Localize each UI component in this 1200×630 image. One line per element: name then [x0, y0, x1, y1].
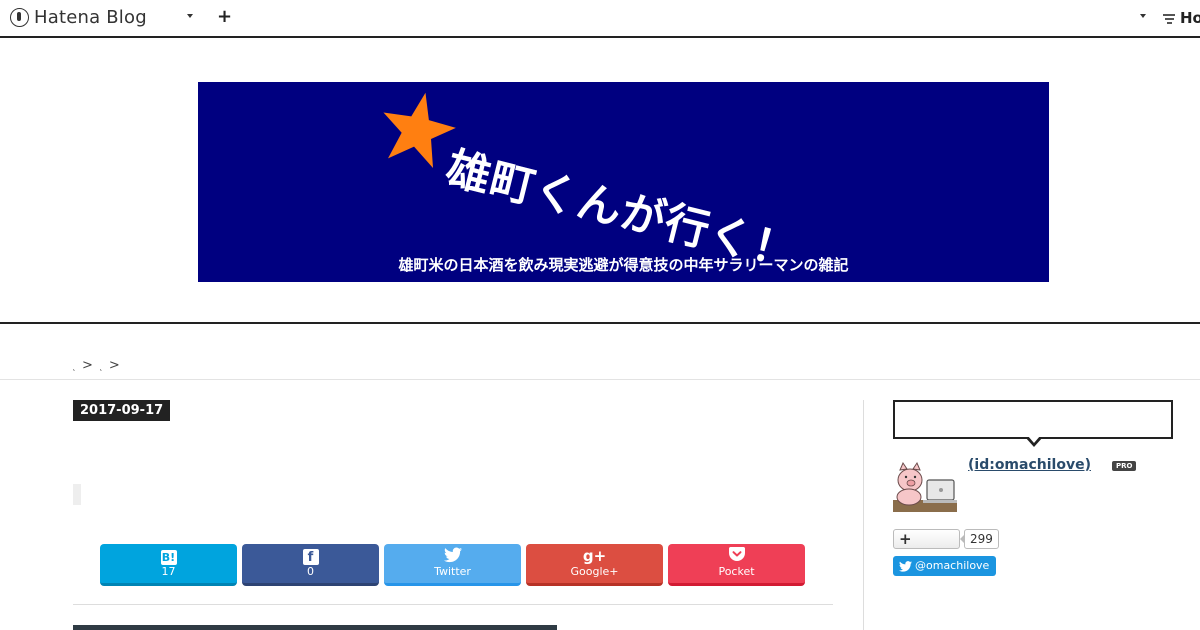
twitter-bird-icon [899, 559, 912, 579]
pro-badge: PRO [1112, 461, 1137, 471]
hatena-blog-logo[interactable]: Hatena Blog [10, 7, 147, 28]
column-divider [863, 400, 864, 630]
follow-button[interactable]: + [893, 529, 960, 549]
add-button[interactable]: + [217, 6, 232, 28]
article-image [73, 625, 557, 630]
chevron-down-icon[interactable] [1140, 14, 1146, 18]
global-header: Hatena Blog + Ho [0, 0, 1200, 38]
pocket-share-button[interactable]: Pocket [668, 544, 805, 586]
breadcrumb-separator: > [82, 358, 93, 373]
pocket-icon [728, 547, 745, 566]
avatar[interactable] [893, 460, 957, 512]
plus-icon: + [899, 530, 912, 548]
blog-subtitle: 雄町米の日本酒を飲み現実逃避が得意技の中年サラリーマンの雑記 [398, 256, 849, 274]
hatena-bookmark-button[interactable]: B! 17 [100, 544, 237, 586]
share-buttons: B! 17 f 0 Twitter g+ Google+ Pocket [100, 544, 805, 586]
follower-count: 299 [960, 529, 999, 549]
breadcrumb-home-link[interactable]: ˛ [72, 362, 76, 371]
google-plus-share-label: Google+ [570, 565, 619, 578]
chevron-down-icon[interactable] [187, 14, 193, 18]
facebook-icon: f [302, 549, 319, 565]
google-plus-share-button[interactable]: g+ Google+ [526, 544, 663, 586]
bubble-tail-inner [1028, 436, 1040, 443]
facebook-share-button[interactable]: f 0 [242, 544, 379, 586]
twitter-share-button[interactable]: Twitter [384, 544, 521, 586]
right-brand-text: Ho [1180, 9, 1200, 27]
profile-id-link[interactable]: (id:omachilove) [968, 457, 1091, 473]
blog-header: 雄町くんが行く！ 雄町米の日本酒を飲み現実逃避が得意技の中年サラリーマンの雑記 [0, 38, 1200, 324]
divider [73, 604, 833, 605]
logo-text: Hatena Blog [34, 7, 147, 28]
star-icon [383, 92, 456, 168]
twitter-bird-icon [443, 547, 462, 567]
twitter-follow-button[interactable]: @omachilove [893, 556, 997, 579]
breadcrumb: ˛ > ˛ > [0, 324, 1200, 380]
google-plus-icon: g+ [582, 547, 607, 565]
wifi-icon [1163, 12, 1177, 24]
hatena-bookmark-icon: B! [160, 550, 177, 565]
hatena-bookmark-count: 17 [161, 565, 176, 578]
facebook-share-count: 0 [307, 565, 314, 578]
breadcrumb-category-link[interactable]: ˛ [99, 362, 103, 371]
right-brand-link[interactable]: Ho [1163, 9, 1200, 27]
breadcrumb-separator: > [108, 358, 120, 373]
twitter-handle: @omachilove [915, 559, 990, 572]
pocket-share-label: Pocket [718, 565, 755, 578]
article-date[interactable]: 2017-09-17 [73, 400, 171, 421]
article-title-placeholder [73, 484, 81, 505]
blog-banner[interactable]: 雄町くんが行く！ 雄町米の日本酒を飲み現実逃避が得意技の中年サラリーマンの雑記 [198, 82, 1049, 282]
hatena-logo-icon [10, 8, 29, 27]
profile-bubble [893, 400, 1173, 439]
